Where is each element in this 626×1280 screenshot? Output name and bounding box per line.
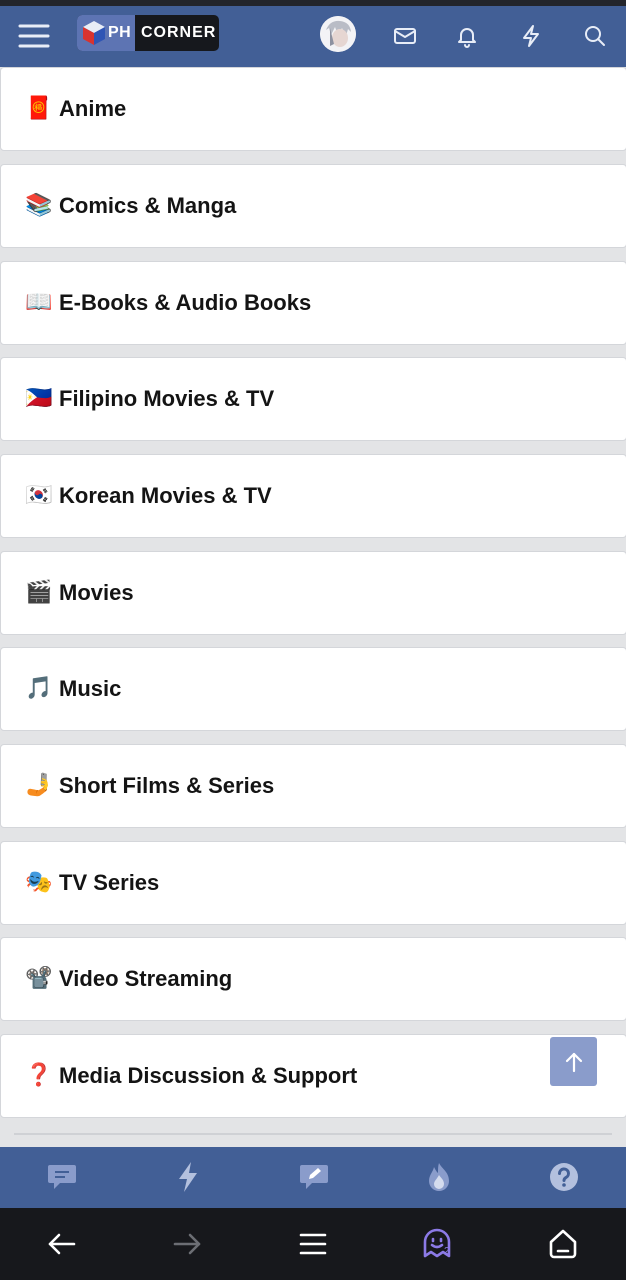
arrow-up-icon <box>565 1052 582 1072</box>
forum-item[interactable]: 🎬 Movies <box>0 551 626 635</box>
logo-corner-text: CORNER <box>141 24 217 41</box>
red-envelope-icon: 🧧 <box>25 96 53 121</box>
home-icon[interactable] <box>543 1224 583 1264</box>
forum-item[interactable]: 📚 Comics & Manga <box>0 164 626 248</box>
forum-title[interactable]: Music <box>59 676 121 702</box>
theater-masks-icon: 🎭 <box>25 870 53 895</box>
forum-title[interactable]: Video Streaming <box>59 966 232 992</box>
forum-item[interactable]: 📽️ Video Streaming <box>0 937 626 1021</box>
forward-arrow-icon[interactable] <box>167 1224 207 1264</box>
help-icon[interactable] <box>546 1159 582 1195</box>
scroll-to-top-button[interactable] <box>550 1037 597 1086</box>
tab-switcher-button[interactable]: 2 <box>417 1224 457 1264</box>
philippines-flag-icon: 🇵🇭 <box>25 386 53 411</box>
fire-icon[interactable] <box>421 1159 457 1195</box>
forum-item[interactable]: 🇰🇷 Korean Movies & TV <box>0 454 626 538</box>
forum-title[interactable]: Movies <box>59 580 134 606</box>
forum-item[interactable]: 🎭 TV Series <box>0 841 626 925</box>
top-navigation-bar: PH CORNER <box>0 6 626 67</box>
user-avatar[interactable] <box>320 16 356 52</box>
bottom-app-navigation <box>0 1147 626 1208</box>
logo-ph-text: PH <box>108 24 132 41</box>
tab-count-badge: 2 <box>444 1246 450 1257</box>
forum-title[interactable]: Comics & Manga <box>59 193 236 219</box>
menu-lines-icon[interactable] <box>293 1224 333 1264</box>
bell-icon[interactable] <box>447 16 487 56</box>
hamburger-menu-icon[interactable] <box>14 16 54 56</box>
forum-item[interactable]: 📖 E-Books & Audio Books <box>0 261 626 345</box>
browser-navigation-bar: 2 <box>0 1208 626 1280</box>
books-icon: 📚 <box>25 193 53 218</box>
forum-item[interactable]: 🇵🇭 Filipino Movies & TV <box>0 357 626 441</box>
forum-item[interactable]: 🎵 Music <box>0 647 626 731</box>
forum-title[interactable]: Short Films & Series <box>59 773 274 799</box>
list-divider <box>14 1133 612 1135</box>
forum-title[interactable]: Korean Movies & TV <box>59 483 272 509</box>
search-icon[interactable] <box>575 16 615 56</box>
chat-bubble-icon[interactable] <box>44 1159 80 1195</box>
site-logo[interactable]: PH CORNER <box>77 15 219 51</box>
envelope-icon[interactable] <box>385 16 425 56</box>
forum-item[interactable]: ❓ Media Discussion & Support <box>0 1034 626 1118</box>
lightning-icon[interactable] <box>170 1159 206 1195</box>
logo-mark: PH <box>77 15 135 51</box>
forum-item[interactable]: 🧧 Anime <box>0 67 626 151</box>
forum-title[interactable]: Media Discussion & Support <box>59 1063 357 1089</box>
question-mark-icon: ❓ <box>25 1063 53 1088</box>
forum-title[interactable]: Anime <box>59 96 126 122</box>
forum-title[interactable]: Filipino Movies & TV <box>59 386 274 412</box>
logo-cube-icon <box>83 21 105 45</box>
back-arrow-icon[interactable] <box>42 1224 82 1264</box>
forum-title[interactable]: E-Books & Audio Books <box>59 290 311 316</box>
korea-flag-icon: 🇰🇷 <box>25 483 53 508</box>
forum-item[interactable]: 🤳 Short Films & Series <box>0 744 626 828</box>
music-note-icon: 🎵 <box>25 676 53 701</box>
open-book-icon: 📖 <box>25 290 53 315</box>
edit-note-icon[interactable] <box>296 1159 332 1195</box>
film-projector-icon: 📽️ <box>25 966 53 991</box>
lightning-icon[interactable] <box>511 16 551 56</box>
clapperboard-icon: 🎬 <box>25 580 53 605</box>
forum-title[interactable]: TV Series <box>59 870 159 896</box>
selfie-icon: 🤳 <box>25 773 53 798</box>
